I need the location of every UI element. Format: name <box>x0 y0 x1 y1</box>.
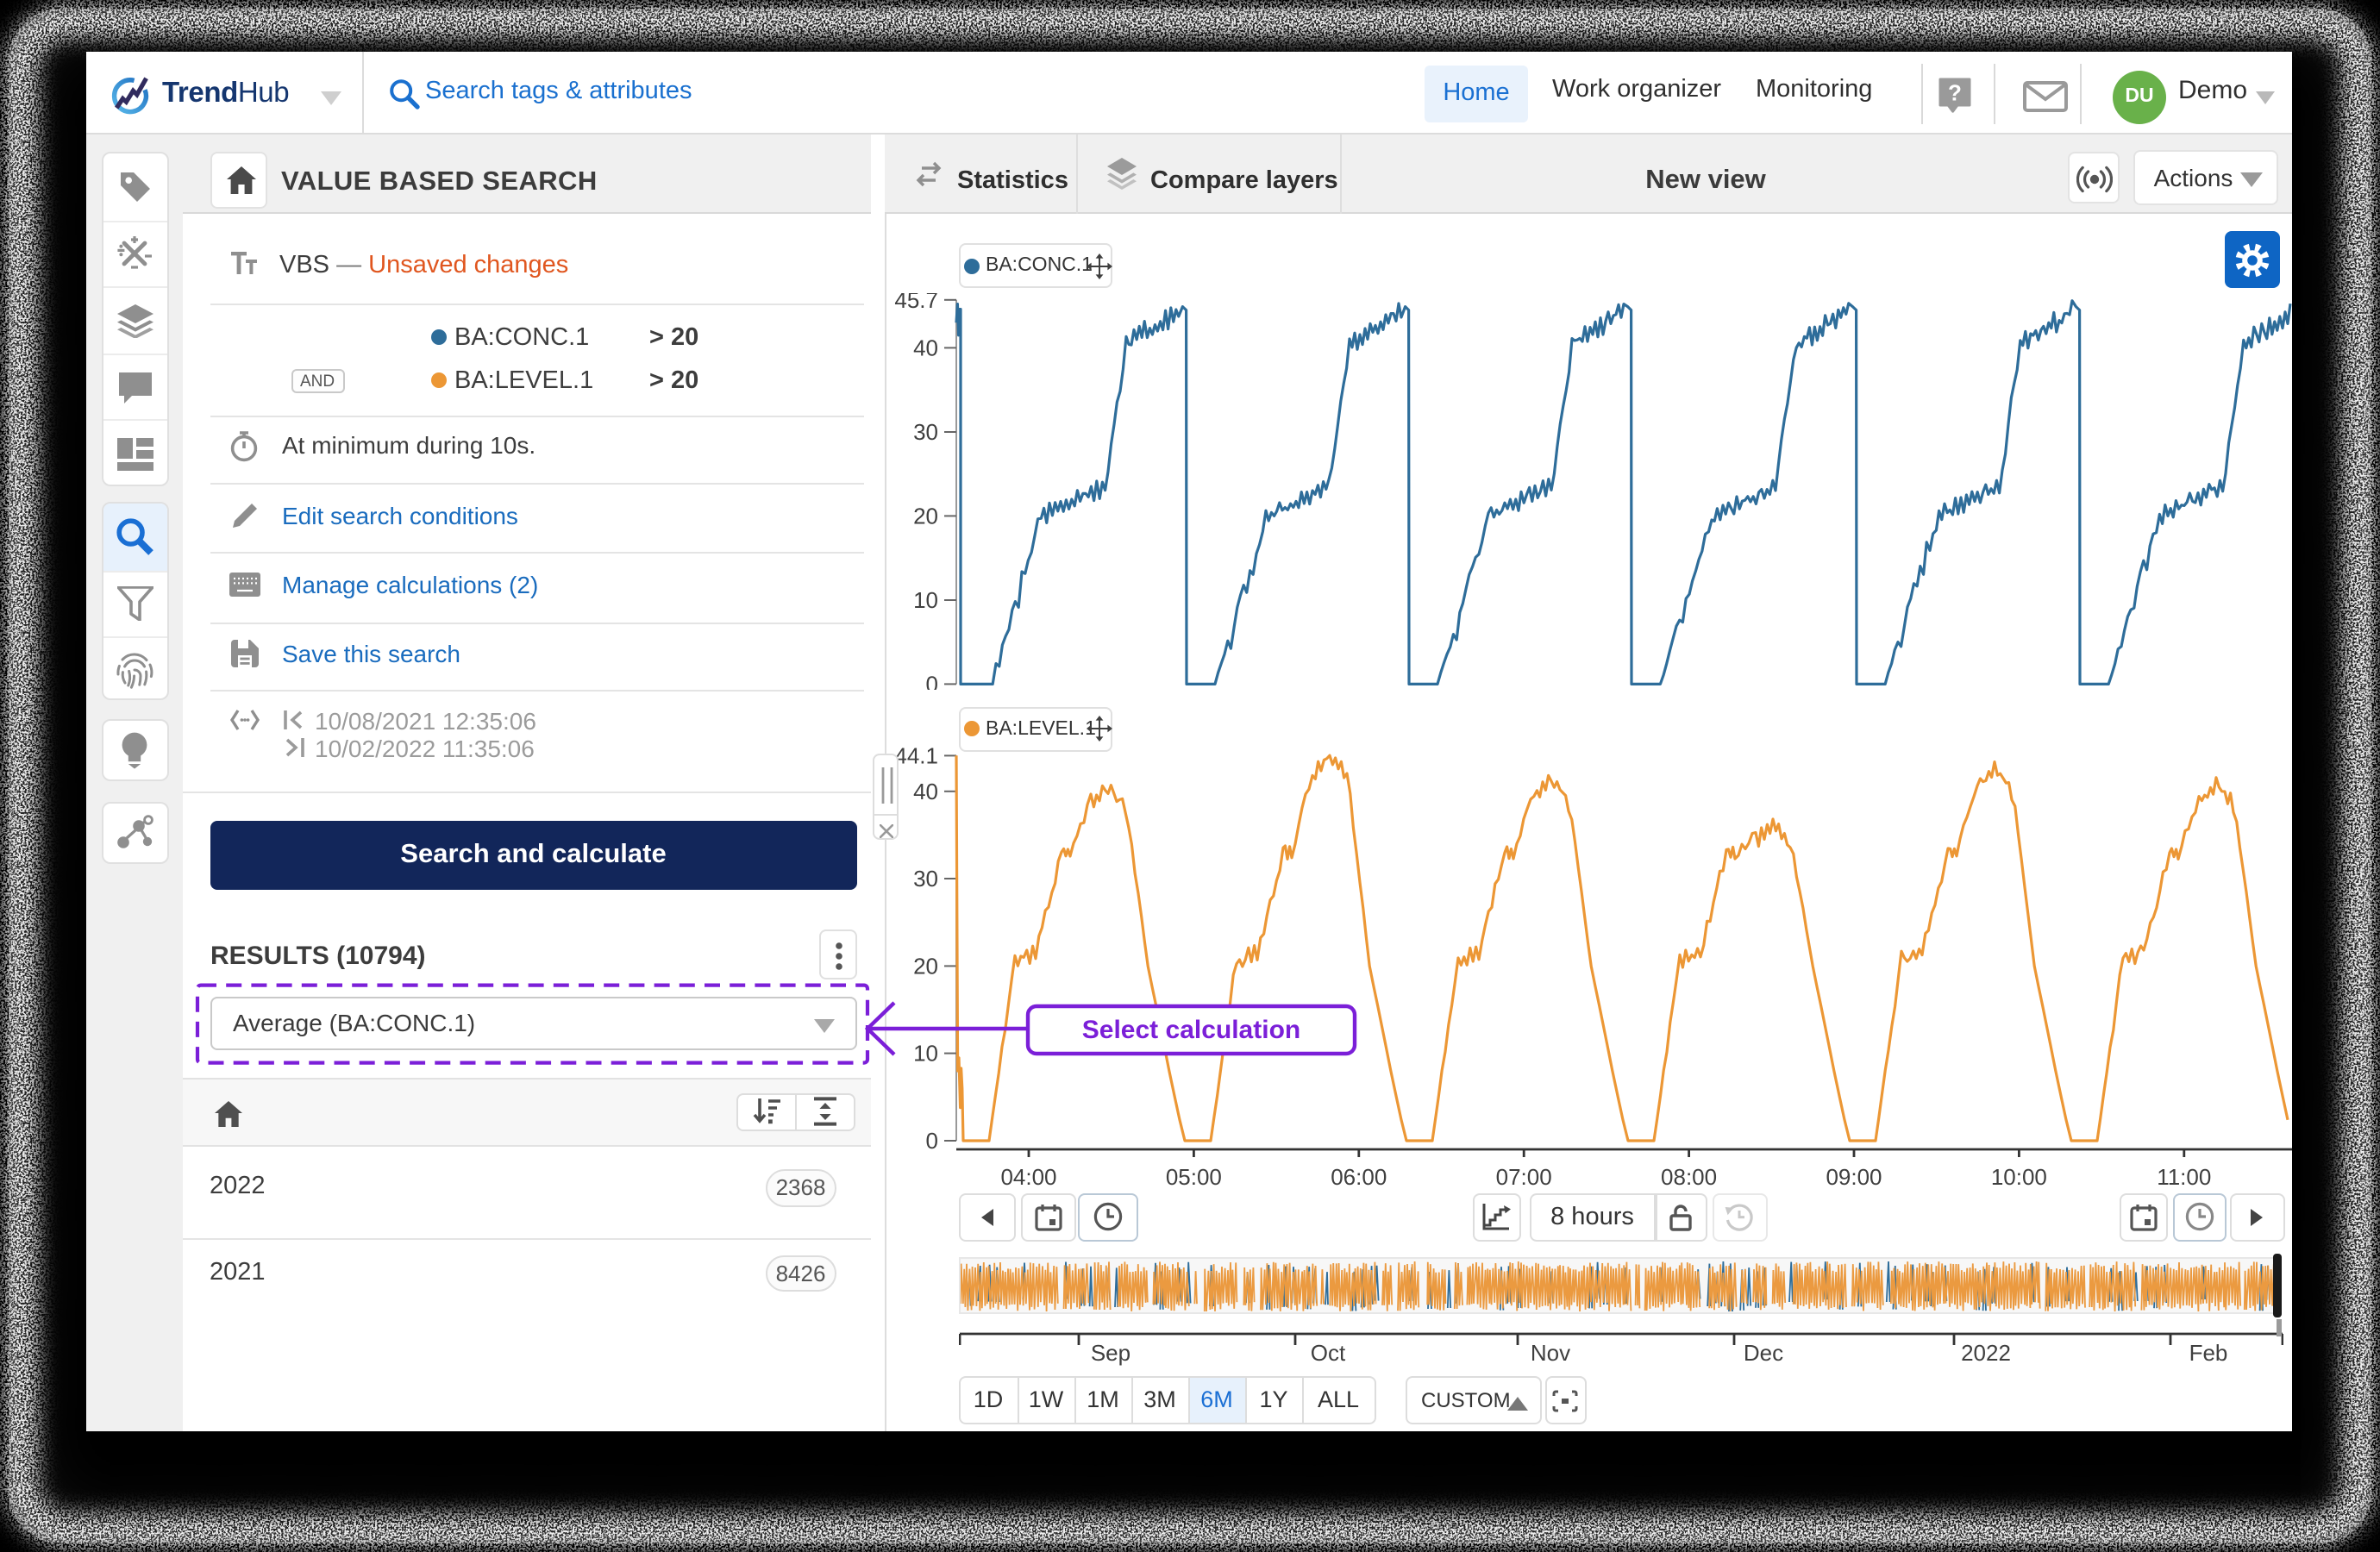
svg-text:20: 20 <box>913 503 938 529</box>
svg-text:0: 0 <box>926 1128 938 1154</box>
svg-text:?: ? <box>1948 79 1962 105</box>
svg-text:20: 20 <box>913 953 938 979</box>
svg-text:40: 40 <box>913 335 938 360</box>
svg-text:40: 40 <box>913 779 938 804</box>
svg-text:44.1: 44.1 <box>894 742 938 768</box>
svg-text:0: 0 <box>926 671 938 690</box>
svg-text:10: 10 <box>913 1041 938 1067</box>
svg-text:30: 30 <box>913 866 938 892</box>
svg-text:45.7: 45.7 <box>894 293 938 313</box>
svg-text:10: 10 <box>913 587 938 613</box>
svg-text:30: 30 <box>913 419 938 445</box>
